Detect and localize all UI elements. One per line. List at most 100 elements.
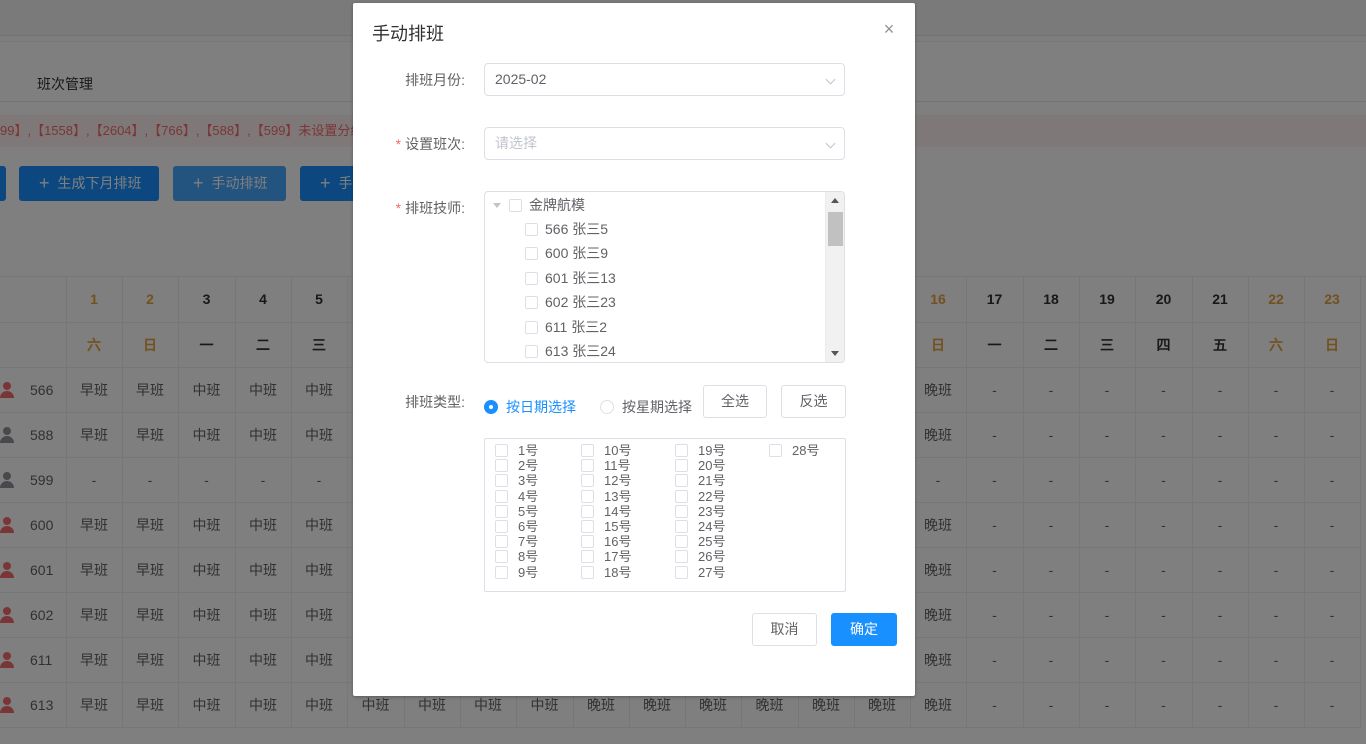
checkbox-icon[interactable] xyxy=(675,474,688,488)
checkbox-icon[interactable] xyxy=(581,550,594,564)
radio-by-date[interactable]: 按日期选择 xyxy=(484,397,576,417)
technician-label: 601 张三13 xyxy=(545,269,616,286)
manual-schedule-dialog: 手动排班 × 排班月份: 2025-02 * 设置班次: 请选择 * 排班技师: 金… xyxy=(353,3,915,696)
tree-item-technician[interactable]: 566 张三5 xyxy=(485,217,825,241)
day-checkbox[interactable]: 27号 xyxy=(675,565,725,580)
checkbox-icon[interactable] xyxy=(495,474,508,488)
checkbox-icon[interactable] xyxy=(495,565,508,579)
checkbox-icon[interactable] xyxy=(495,489,508,503)
day-checkbox[interactable]: 9号 xyxy=(495,565,538,580)
caret-down-icon[interactable] xyxy=(493,203,501,208)
day-label: 17号 xyxy=(604,549,632,565)
invert-selection-button[interactable]: 反选 xyxy=(781,385,846,418)
checkbox-icon[interactable] xyxy=(495,444,508,457)
tree-item-technician[interactable]: 600 张三9 xyxy=(485,241,825,265)
checkbox-icon[interactable] xyxy=(495,550,508,564)
day-checkbox[interactable]: 5号 xyxy=(495,504,538,519)
day-label: 15号 xyxy=(604,519,632,534)
scroll-down-icon[interactable] xyxy=(831,351,839,356)
checkbox-icon[interactable] xyxy=(495,520,508,533)
technician-checkbox[interactable] xyxy=(525,271,538,285)
day-checkbox[interactable]: 10号 xyxy=(581,443,631,458)
type-label: 排班类型: xyxy=(405,394,465,410)
day-checkbox[interactable]: 26号 xyxy=(675,549,725,564)
day-checkbox[interactable]: 7号 xyxy=(495,534,538,549)
scroll-up-icon[interactable] xyxy=(831,198,839,203)
checkbox-icon[interactable] xyxy=(675,459,688,473)
day-checkbox[interactable]: 28号 xyxy=(769,443,819,458)
tree-item-technician[interactable]: 611 张三2 xyxy=(485,315,825,339)
checkbox-icon[interactable] xyxy=(769,444,782,457)
radio-checked-icon xyxy=(484,400,498,414)
day-label: 19号 xyxy=(698,443,726,458)
technician-checkbox[interactable] xyxy=(525,320,538,334)
checkbox-icon[interactable] xyxy=(581,489,594,503)
day-checkbox[interactable]: 3号 xyxy=(495,473,538,488)
day-checkbox[interactable]: 22号 xyxy=(675,489,725,504)
technician-checkbox[interactable] xyxy=(525,247,538,261)
day-checkbox-group: 1号 2号 3号 4号 5号 6号 7号 8号 9号 10号 11号 12号 13号 14号 15号 16号 1… xyxy=(484,438,846,592)
checkbox-icon[interactable] xyxy=(581,520,594,533)
day-checkbox[interactable]: 19号 xyxy=(675,443,725,458)
checkbox-icon[interactable] xyxy=(675,520,688,533)
group-label: 金牌航模 xyxy=(529,197,585,213)
day-checkbox[interactable]: 1号 xyxy=(495,443,538,458)
select-all-button[interactable]: 全选 xyxy=(703,385,767,418)
checkbox-icon[interactable] xyxy=(581,444,594,457)
tree-item-technician[interactable]: 602 张三23 xyxy=(485,290,825,314)
day-checkbox[interactable]: 15号 xyxy=(581,519,631,534)
day-checkbox[interactable]: 24号 xyxy=(675,519,725,534)
day-checkbox[interactable]: 11号 xyxy=(581,458,631,473)
month-select[interactable]: 2025-02 xyxy=(484,63,845,96)
checkbox-icon[interactable] xyxy=(675,504,688,518)
techs-label: 排班技师: xyxy=(405,200,465,216)
day-label: 8号 xyxy=(518,549,539,565)
checkbox-icon[interactable] xyxy=(495,459,508,473)
cancel-button[interactable]: 取消 xyxy=(752,613,817,646)
group-checkbox[interactable] xyxy=(509,199,522,212)
confirm-button[interactable]: 确定 xyxy=(831,613,897,646)
shift-select[interactable]: 请选择 xyxy=(484,127,845,160)
day-checkbox[interactable]: 23号 xyxy=(675,504,725,519)
tree-item-technician[interactable]: 601 张三13 xyxy=(485,266,825,290)
scroll-thumb[interactable] xyxy=(828,212,843,246)
day-label: 20号 xyxy=(698,458,726,474)
day-label: 13号 xyxy=(604,488,632,504)
day-checkbox[interactable]: 8号 xyxy=(495,549,538,564)
checkbox-icon[interactable] xyxy=(581,535,594,549)
day-checkbox[interactable]: 20号 xyxy=(675,458,725,473)
checkbox-icon[interactable] xyxy=(581,474,594,488)
day-checkbox[interactable]: 18号 xyxy=(581,565,631,580)
day-checkbox[interactable]: 6号 xyxy=(495,519,538,534)
technician-checkbox[interactable] xyxy=(525,345,538,358)
technician-checkbox[interactable] xyxy=(525,296,538,310)
day-label: 5号 xyxy=(518,503,539,519)
checkbox-icon[interactable] xyxy=(675,550,688,564)
tree-item-technician[interactable]: 613 张三24 xyxy=(485,339,825,362)
checkbox-icon[interactable] xyxy=(675,444,688,457)
technician-checkbox[interactable] xyxy=(525,223,538,236)
day-checkbox[interactable]: 4号 xyxy=(495,489,538,504)
checkbox-icon[interactable] xyxy=(581,504,594,518)
shift-label: 设置班次: xyxy=(405,136,465,152)
day-checkbox[interactable]: 12号 xyxy=(581,473,631,488)
day-checkbox[interactable]: 13号 xyxy=(581,489,631,504)
checkbox-icon[interactable] xyxy=(495,504,508,518)
day-checkbox[interactable]: 21号 xyxy=(675,473,725,488)
day-checkbox[interactable]: 17号 xyxy=(581,549,631,564)
day-checkbox[interactable]: 14号 xyxy=(581,504,631,519)
tree-group-node[interactable]: 金牌航模 xyxy=(485,193,825,217)
day-checkbox[interactable]: 16号 xyxy=(581,534,631,549)
checkbox-icon[interactable] xyxy=(675,565,688,579)
checkbox-icon[interactable] xyxy=(675,535,688,549)
checkbox-icon[interactable] xyxy=(495,535,508,549)
tree-scrollbar[interactable] xyxy=(825,192,844,362)
checkbox-icon[interactable] xyxy=(675,489,688,503)
day-label: 27号 xyxy=(698,564,726,580)
day-checkbox[interactable]: 25号 xyxy=(675,534,725,549)
checkbox-icon[interactable] xyxy=(581,565,594,579)
checkbox-icon[interactable] xyxy=(581,459,594,473)
day-checkbox[interactable]: 2号 xyxy=(495,458,538,473)
close-icon[interactable]: × xyxy=(880,20,898,38)
radio-by-week[interactable]: 按星期选择 xyxy=(600,397,692,417)
